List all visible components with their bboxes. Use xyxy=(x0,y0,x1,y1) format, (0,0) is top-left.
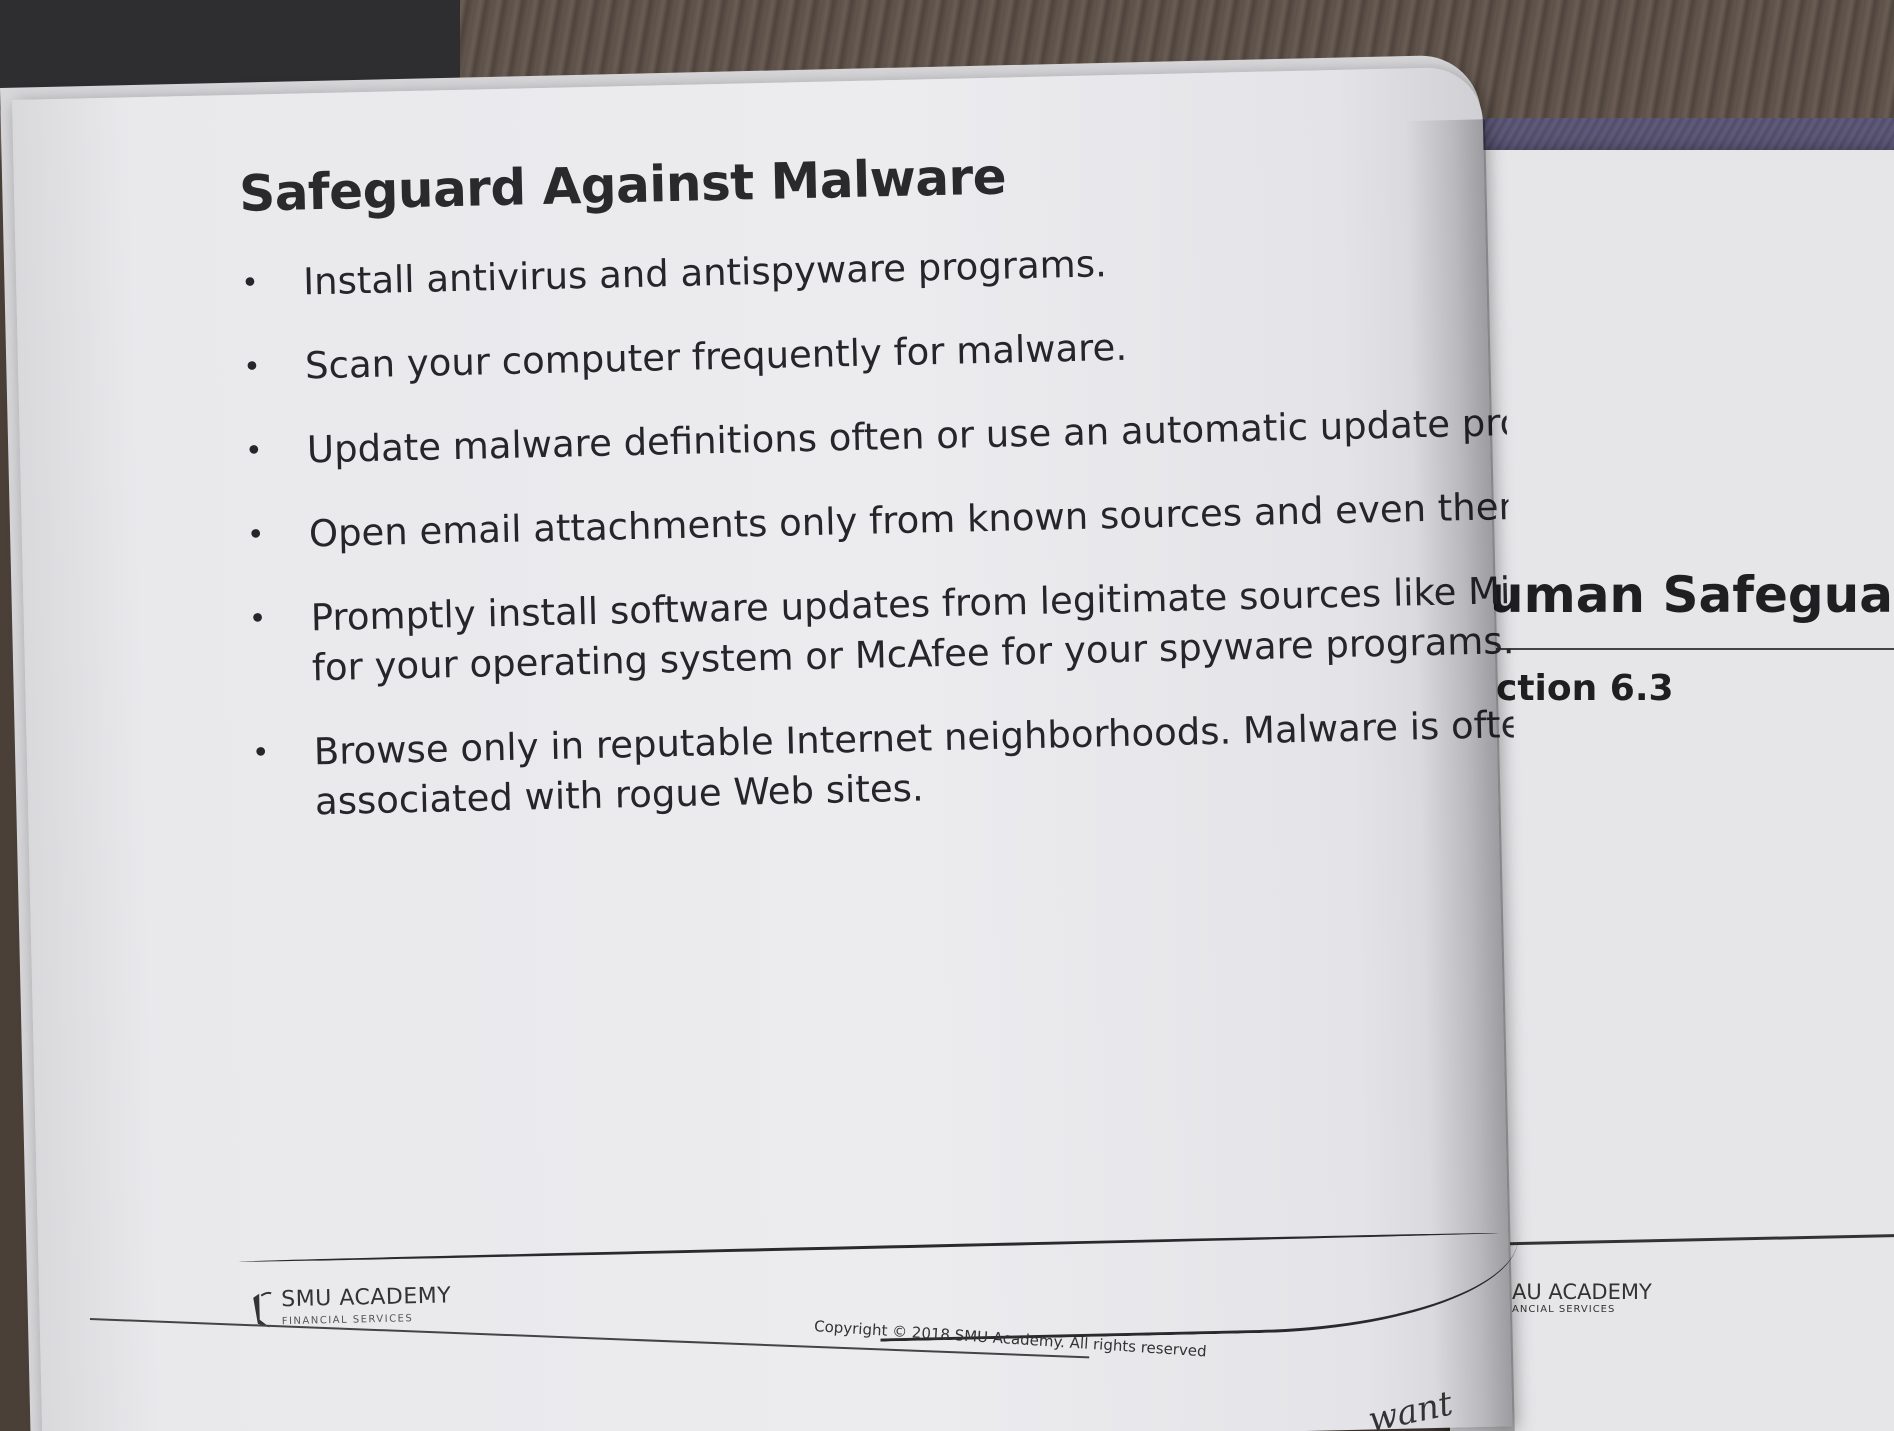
bullet-text: Update malware definitions often or use … xyxy=(306,400,1508,472)
bullet-text: Scan your computer frequently for malwar… xyxy=(304,325,1128,388)
back-page-logo-sub: ANCIAL SERVICES xyxy=(1512,1304,1616,1315)
page-content: Safeguard Against Malware • Install antiv… xyxy=(238,136,1516,862)
bullet-dot-icon: • xyxy=(246,517,266,553)
bullet-dot-icon: • xyxy=(240,265,260,301)
bullet-text: Open email attachments only from known s… xyxy=(308,484,1510,556)
back-page-logo-name: AU ACADEMY xyxy=(1512,1280,1652,1304)
logo-name: SMU ACADEMY xyxy=(281,1283,452,1313)
bullet-item: • Open email attachments only from known … xyxy=(246,482,1510,561)
back-page-section-label: ction 6.3 xyxy=(1496,668,1674,709)
front-page: Safeguard Against Malware • Install antiv… xyxy=(12,66,1521,1431)
bullet-item: • Scan your computer frequently for malwa… xyxy=(243,314,1506,393)
footer-curve-line xyxy=(878,1234,1521,1342)
photo-scene: uman Safeguards ction 6.3 AU ACADEMY ANC… xyxy=(0,0,1894,1431)
back-page-logo: AU ACADEMY ANCIAL SERVICES xyxy=(1512,1280,1652,1315)
bullet-item: • Promptly install software updates from … xyxy=(248,566,1512,695)
page-title: Safeguard Against Malware xyxy=(238,147,1007,223)
bullet-item: • Browse only in reputable Internet neigh… xyxy=(251,700,1515,829)
back-page-heading-rule xyxy=(1496,648,1894,650)
bullet-dot-icon: • xyxy=(248,601,267,637)
bullet-dot-icon: • xyxy=(244,433,264,469)
bullet-text: Install antivirus and antispyware progra… xyxy=(302,242,1108,304)
bullet-list: • Install antivirus and antispyware progr… xyxy=(241,230,1515,829)
back-page-heading: uman Safeguards xyxy=(1488,566,1894,624)
bullet-dot-icon: • xyxy=(242,349,262,385)
bullet-item: • Install antivirus and antispyware progr… xyxy=(241,230,1504,309)
bullet-dot-icon: • xyxy=(251,735,270,771)
bullet-item: • Update malware definitions often or use… xyxy=(244,398,1508,477)
